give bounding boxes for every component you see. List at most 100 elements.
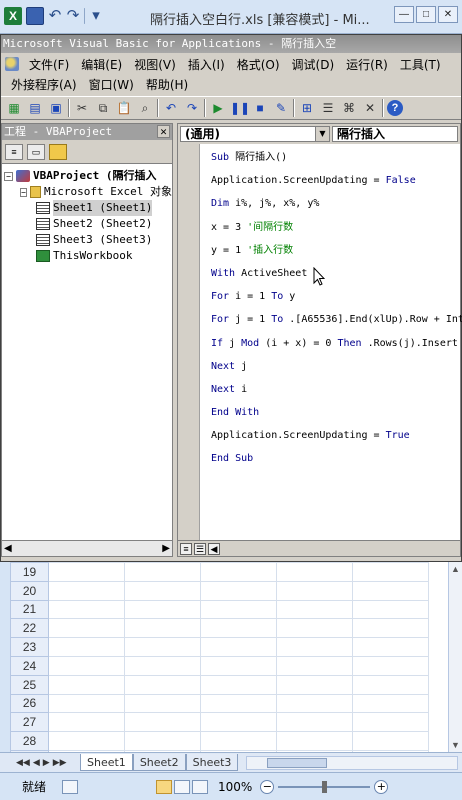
- cell[interactable]: [48, 731, 125, 751]
- cell[interactable]: [124, 637, 201, 657]
- cell[interactable]: [276, 693, 353, 714]
- cell[interactable]: [48, 637, 125, 657]
- cell[interactable]: [352, 637, 429, 657]
- cell[interactable]: [124, 562, 201, 582]
- cell[interactable]: [200, 731, 277, 751]
- cell[interactable]: [352, 731, 429, 751]
- cell[interactable]: [124, 599, 201, 620]
- redo-icon[interactable]: ↷: [183, 99, 201, 117]
- scroll-left-icon[interactable]: ◀: [208, 542, 220, 555]
- cell[interactable]: [352, 655, 429, 676]
- project-explorer-close-button[interactable]: ✕: [157, 125, 170, 138]
- project-explorer-hscrollbar[interactable]: ◀ ▶: [2, 540, 172, 556]
- cell[interactable]: [276, 637, 353, 657]
- cell[interactable]: [124, 731, 201, 751]
- row-header[interactable]: 22: [10, 618, 49, 639]
- menu-window[interactable]: 窗口(W): [83, 76, 140, 93]
- cell[interactable]: [48, 618, 125, 639]
- save-icon[interactable]: ▣: [47, 99, 65, 117]
- zoom-out-icon[interactable]: −: [260, 779, 275, 794]
- tree-node-sheet3[interactable]: Sheet3 (Sheet3): [2, 232, 172, 248]
- menu-debug[interactable]: 调试(D): [286, 56, 341, 73]
- code-line[interactable]: Dim i%, j%, x%, y%: [211, 192, 462, 215]
- undo-icon[interactable]: ↶: [48, 7, 62, 25]
- code-line[interactable]: Next j: [211, 355, 462, 378]
- maximize-button[interactable]: □: [416, 6, 436, 23]
- close-button[interactable]: ✕: [438, 6, 458, 23]
- cell[interactable]: [276, 712, 353, 733]
- cell[interactable]: [352, 599, 429, 620]
- cell[interactable]: [48, 562, 125, 582]
- toggle-folders-icon[interactable]: [49, 143, 67, 160]
- tree-node-sheet2[interactable]: Sheet2 (Sheet2): [2, 216, 172, 232]
- redo-icon[interactable]: ↷: [66, 7, 80, 25]
- project-explorer-icon[interactable]: ⊞: [298, 99, 316, 117]
- paste-icon[interactable]: 📋: [115, 99, 133, 117]
- row-header[interactable]: 19: [10, 562, 49, 582]
- excel-logo-icon[interactable]: X: [4, 7, 22, 25]
- undo-icon[interactable]: ↶: [162, 99, 180, 117]
- row-header[interactable]: 23: [10, 637, 49, 657]
- code-line[interactable]: Application.ScreenUpdating = False: [211, 169, 462, 192]
- worksheet-hscrollbar[interactable]: [246, 755, 458, 770]
- save-icon[interactable]: [26, 7, 44, 25]
- break-icon[interactable]: ❚❚: [230, 99, 250, 117]
- zoom-knob[interactable]: [322, 780, 328, 793]
- scroll-up-icon[interactable]: ▲: [451, 564, 460, 574]
- menu-addins[interactable]: 外接程序(A): [5, 76, 83, 93]
- vbe-app-icon[interactable]: [5, 57, 19, 71]
- code-line[interactable]: Application.ScreenUpdating = True: [211, 424, 462, 447]
- toolbox-icon[interactable]: ✕: [361, 99, 379, 117]
- full-module-view-icon[interactable]: ☰: [194, 542, 206, 555]
- properties-icon[interactable]: ☰: [319, 99, 337, 117]
- find-icon[interactable]: ⌕: [136, 99, 154, 117]
- cell[interactable]: [48, 580, 125, 601]
- cell[interactable]: [200, 674, 277, 695]
- code-line[interactable]: End With: [211, 401, 462, 424]
- menu-help[interactable]: 帮助(H): [140, 76, 194, 93]
- cell[interactable]: [276, 731, 353, 751]
- cell[interactable]: [124, 693, 201, 714]
- next-sheet-icon[interactable]: ▶: [43, 757, 50, 768]
- procedure-combo[interactable]: 隔行插入: [332, 126, 458, 142]
- last-sheet-icon[interactable]: ▶▶: [53, 757, 67, 768]
- row-header[interactable]: 26: [10, 693, 49, 714]
- menu-edit[interactable]: 编辑(E): [75, 56, 128, 73]
- cell[interactable]: [276, 655, 353, 676]
- tab-sheet1[interactable]: Sheet1: [80, 754, 133, 771]
- menu-format[interactable]: 格式(O): [231, 56, 286, 73]
- collapse-icon[interactable]: −: [4, 171, 13, 181]
- cell[interactable]: [124, 674, 201, 695]
- cell[interactable]: [48, 674, 125, 695]
- code-line[interactable]: If j Mod (i + x) = 0 Then .Rows(j).Inser…: [211, 332, 462, 355]
- tree-node-thisworkbook[interactable]: ThisWorkbook: [2, 248, 172, 264]
- row-header[interactable]: 24: [10, 655, 49, 676]
- object-combo[interactable]: (通用) ▼: [180, 126, 330, 142]
- menu-insert[interactable]: 插入(I): [182, 56, 231, 73]
- cell[interactable]: [48, 599, 125, 620]
- cell[interactable]: [352, 674, 429, 695]
- code-line[interactable]: For j = 1 To .[A65536].End(xlUp).Row + I…: [211, 308, 462, 331]
- cut-icon[interactable]: ✂: [73, 99, 91, 117]
- cell[interactable]: [200, 618, 277, 639]
- code-line[interactable]: End Sub: [211, 447, 462, 470]
- cell[interactable]: [124, 712, 201, 733]
- cell[interactable]: [276, 599, 353, 620]
- tab-sheet3[interactable]: Sheet3: [185, 754, 239, 771]
- cell[interactable]: [352, 712, 429, 733]
- code-line[interactable]: x = 3 '间隔行数: [211, 216, 462, 239]
- worksheet-grid[interactable]: 1920212223242526272829: [0, 562, 462, 770]
- first-sheet-icon[interactable]: ◀◀: [16, 757, 30, 768]
- chevron-down-icon[interactable]: ▼: [315, 127, 329, 141]
- macro-record-icon[interactable]: [62, 779, 79, 794]
- zoom-slider[interactable]: − +: [260, 779, 389, 794]
- row-header[interactable]: 25: [10, 674, 49, 695]
- tree-node-vbaproject[interactable]: − VBAProject (隔行插入: [2, 168, 172, 184]
- page-break-view-icon[interactable]: [192, 779, 209, 794]
- tree-node-sheet1[interactable]: Sheet1 (Sheet1): [2, 200, 172, 216]
- cell[interactable]: [124, 655, 201, 676]
- hscroll-thumb[interactable]: [267, 757, 328, 768]
- cell[interactable]: [352, 693, 429, 714]
- cell[interactable]: [200, 580, 277, 601]
- code-line[interactable]: Sub 隔行插入(): [211, 146, 462, 169]
